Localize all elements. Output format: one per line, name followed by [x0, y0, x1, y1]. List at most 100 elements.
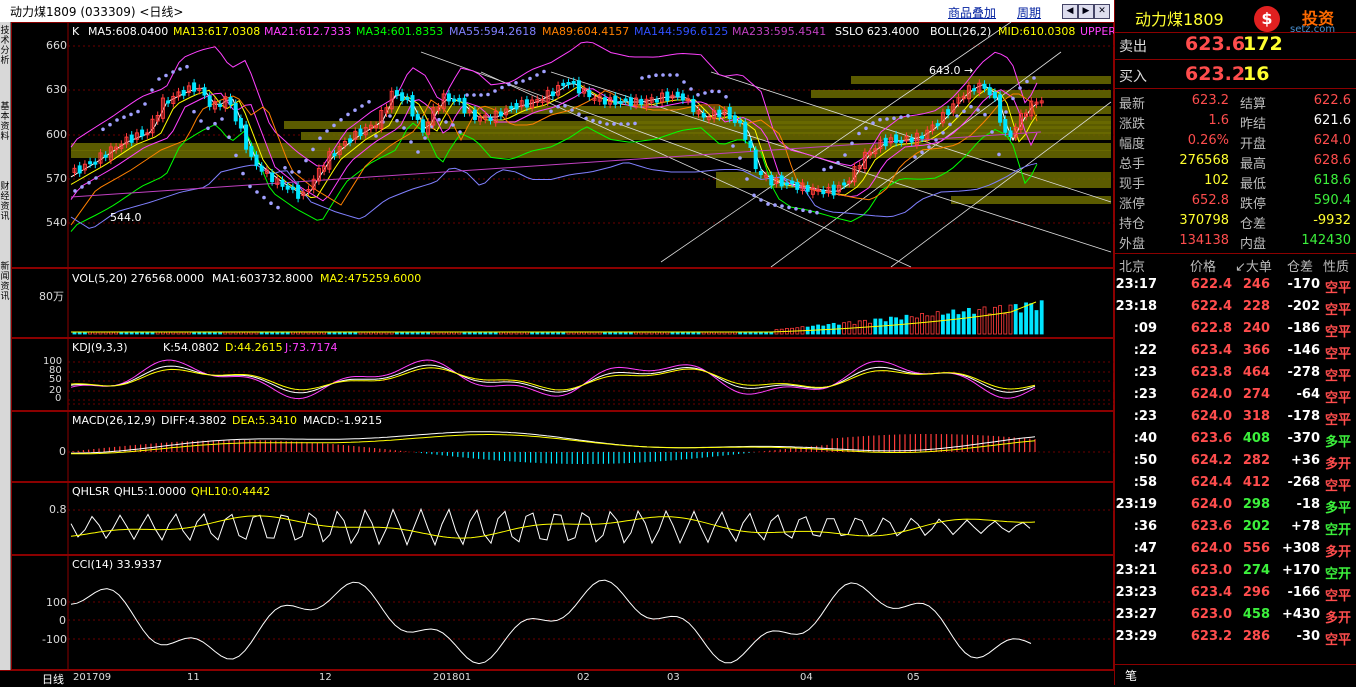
candle-body	[732, 115, 737, 123]
x-tick: 201709	[73, 672, 112, 683]
candle-body	[769, 175, 774, 186]
sar-dot	[633, 121, 637, 126]
sar-dot	[836, 160, 840, 165]
sar-dot	[374, 134, 378, 138]
candle-body	[77, 165, 82, 174]
boll-mid-label: MID:610.0308	[998, 25, 1076, 38]
tick-row: :23 624.0 274 -64 空平	[1115, 384, 1356, 406]
sar-dot	[500, 85, 504, 90]
sar-dot	[570, 108, 574, 112]
candle-body	[405, 97, 410, 101]
sar-dot	[493, 89, 497, 93]
sar-dot	[983, 112, 987, 117]
volume-bar	[951, 309, 956, 335]
bid-price: 623.2	[1185, 63, 1246, 85]
tick-volume: 412	[1242, 475, 1270, 490]
candle-body	[566, 82, 571, 86]
sar-dot	[850, 141, 854, 146]
quote-value: 624.0	[1313, 133, 1351, 148]
tick-volume: 464	[1242, 365, 1270, 380]
tick-oi-change: -170	[1287, 277, 1320, 292]
y-tick: 600	[46, 128, 67, 141]
candle-body	[244, 124, 249, 150]
period-button[interactable]: 周期	[1017, 4, 1041, 21]
candle-body	[571, 81, 576, 85]
sar-dot	[451, 123, 455, 127]
tick-volume: 556	[1242, 541, 1270, 556]
prev-icon[interactable]: ◀	[1062, 4, 1078, 19]
quote-label: 最新	[1119, 97, 1146, 112]
volume-bar	[987, 313, 992, 335]
trend-line	[660, 22, 1012, 263]
sar-dot	[920, 150, 924, 155]
chart-area[interactable]: K MA5:608.0400 MA13:617.0308 MA21:612.73…	[11, 22, 1116, 670]
tick-volume: 240	[1242, 321, 1270, 336]
quote-row: 现手 102 最低 618.6	[1115, 171, 1356, 192]
tab-ticks[interactable]: 笔	[1125, 667, 1137, 684]
sar-dot	[955, 114, 959, 118]
tick-nature: 空开	[1324, 567, 1351, 582]
tab-technical[interactable]: 技术分析	[0, 26, 10, 66]
quote-label: 内盘	[1240, 237, 1267, 252]
tick-volume: 282	[1242, 453, 1270, 468]
ma144-label: MA144:596.6125	[634, 25, 729, 38]
quote-label: 最高	[1240, 157, 1267, 172]
tick-volume: 274	[1242, 387, 1270, 402]
quote-label: 最低	[1240, 177, 1267, 192]
volume-bar	[1029, 303, 1034, 335]
sar-dot	[80, 185, 84, 189]
sar-dot	[465, 93, 469, 97]
sar-dot	[794, 207, 798, 211]
boll-upper-label: UPPER	[1080, 25, 1116, 38]
sar-dot	[535, 73, 539, 77]
y-tick: 660	[46, 39, 67, 52]
macd-diff-line	[71, 431, 1036, 454]
tick-time: :40	[1133, 431, 1157, 446]
next-icon[interactable]: ▶	[1078, 4, 1094, 19]
kdj-y-tick: 0	[55, 393, 62, 404]
tick-time: 23:21	[1115, 563, 1157, 578]
tab-news[interactable]: 新闻资讯	[0, 262, 10, 302]
tick-volume: 274	[1242, 563, 1270, 578]
overlay-button[interactable]: 商品叠加	[948, 4, 996, 21]
volume-bar	[967, 307, 971, 335]
tick-oi-change: -30	[1296, 629, 1321, 644]
sar-dot	[409, 140, 413, 144]
sar-dot	[262, 195, 266, 200]
sar-dot	[857, 131, 861, 136]
qhl5-label: QHL5:1.0000	[114, 485, 187, 498]
sar-dot	[549, 109, 553, 114]
tick-price: 623.0	[1190, 563, 1232, 578]
tick-price: 624.0	[1190, 541, 1232, 556]
tick-oi-change: -202	[1287, 299, 1320, 314]
tick-time: 23:27	[1115, 607, 1157, 622]
tab-finance-news[interactable]: 财经资讯	[0, 182, 10, 222]
quote-row: 外盘 134138 内盘 142430	[1115, 231, 1356, 252]
macd-y-tick: 0	[59, 445, 66, 458]
sar-dot	[87, 180, 91, 185]
sar-dot	[738, 156, 742, 160]
volume-bar	[909, 316, 914, 335]
tick-oi-change: -178	[1287, 409, 1320, 424]
sar-dot	[878, 117, 882, 122]
cci-label: CCI(14) 33.9337	[72, 558, 163, 571]
quote-value: 628.6	[1313, 153, 1351, 168]
sar-dot	[136, 109, 140, 114]
tick-price: 623.4	[1190, 343, 1232, 358]
sar-dot	[206, 126, 210, 131]
tick-nature: 多平	[1324, 501, 1351, 516]
tick-oi-change: -268	[1287, 475, 1320, 490]
candle-body	[998, 94, 1003, 123]
sar-dot	[507, 82, 511, 87]
tick-price: 624.0	[1190, 409, 1232, 424]
sar-dot	[115, 118, 119, 122]
tab-basic-info[interactable]: 基本资料	[0, 102, 10, 142]
candle-body	[805, 185, 810, 192]
close-icon[interactable]: ✕	[1094, 4, 1110, 19]
quote-label: 持仓	[1119, 217, 1146, 232]
candle-body	[795, 182, 800, 190]
sar-dot	[717, 89, 721, 94]
sar-dot	[941, 131, 945, 135]
sar-dot	[997, 152, 1001, 157]
tick-volume: 408	[1242, 431, 1270, 446]
